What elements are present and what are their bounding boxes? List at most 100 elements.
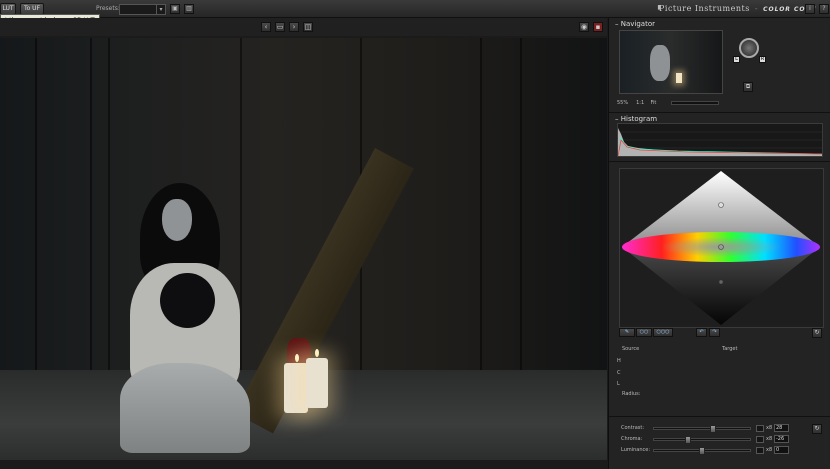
adjust-slider-label: Luminance: xyxy=(621,447,651,453)
zoom-fit-button[interactable]: Fit xyxy=(650,100,656,106)
presets-label: Presets: xyxy=(96,5,120,12)
thumb-candle xyxy=(676,73,682,83)
wall-plank xyxy=(520,38,522,378)
adjust-value-field[interactable]: 28 xyxy=(774,424,789,432)
legs xyxy=(120,363,250,453)
seated-woman xyxy=(120,183,250,453)
reset-adjust-button[interactable]: ↻ xyxy=(812,424,822,434)
multiplier-label: x8 xyxy=(766,425,773,431)
wall-plank xyxy=(35,38,37,378)
multiplier-checkbox[interactable] xyxy=(756,425,764,432)
adjust-slider-thumb[interactable] xyxy=(685,436,691,444)
prev-image-button[interactable]: ‹ xyxy=(261,22,271,32)
wall-plank xyxy=(108,38,110,378)
flame-left xyxy=(295,354,299,362)
histogram-graph xyxy=(617,123,823,157)
histogram-title[interactable]: – Histogram xyxy=(615,115,657,123)
redo-icon: ↷ xyxy=(712,329,717,335)
redo-button[interactable]: ↷ xyxy=(709,328,720,337)
thumb-person xyxy=(650,45,670,81)
histogram-title-text: Histogram xyxy=(620,115,658,123)
presets-select[interactable]: ▾ xyxy=(119,4,166,15)
color-rings-icon: ○○○ xyxy=(656,329,670,335)
face xyxy=(162,199,192,241)
trash-icon: ▥ xyxy=(186,5,192,12)
knob-right-button[interactable]: R xyxy=(759,56,766,63)
zoom-controls: 55% 1:1 Fit xyxy=(617,100,656,106)
divider xyxy=(609,112,830,113)
multiplier-label: x8 xyxy=(766,447,773,453)
next-image-button[interactable]: › xyxy=(289,22,299,32)
multiplier-checkbox[interactable] xyxy=(756,436,764,443)
eye-icon: ◉ xyxy=(580,23,588,31)
rotation-knob[interactable] xyxy=(739,38,759,58)
save-preset-button[interactable]: ▣ xyxy=(170,4,180,14)
chroma-row-label: C xyxy=(617,370,621,376)
multiplier-checkbox[interactable] xyxy=(756,447,764,454)
candle-right xyxy=(306,358,328,408)
cone-handle-center[interactable] xyxy=(718,244,724,250)
top-toolbar: LUT To UF Presets: ▾ ▣ ▥ ▮ Picture Instr… xyxy=(0,0,830,18)
zoom-1to1-button[interactable]: 1:1 xyxy=(636,100,644,106)
reset-cone-button[interactable]: ↻ xyxy=(812,328,822,338)
adjust-slider-thumb[interactable] xyxy=(699,447,705,455)
navigator-title[interactable]: – Navigator xyxy=(615,20,655,28)
viewer-nav: ‹ ▭ › ◫ ◉ ▪ xyxy=(0,18,607,36)
divider xyxy=(609,161,830,162)
wall-plank xyxy=(480,38,482,378)
preview-toggle-button[interactable]: ◉ xyxy=(579,22,589,32)
histogram-curves xyxy=(617,128,823,157)
adjust-slider-track[interactable] xyxy=(653,447,751,455)
eyedropper-button[interactable]: ✎ xyxy=(619,328,635,337)
open-folder-button[interactable]: ▭ xyxy=(275,22,285,32)
wall-plank xyxy=(90,38,92,378)
knob-left-button[interactable]: L xyxy=(733,56,740,63)
brand-name: Picture Instruments xyxy=(659,4,750,13)
delete-preset-button[interactable]: ▥ xyxy=(184,4,194,14)
radius-label: Radius: xyxy=(622,391,641,397)
save-icon: ▣ xyxy=(172,5,178,12)
chevron-down-icon: ▾ xyxy=(156,5,165,14)
navigator-title-text: Navigator xyxy=(620,20,655,28)
color-rings-icon: ○○ xyxy=(639,329,649,335)
help-button[interactable]: ? xyxy=(819,4,829,14)
multiplier-label: x8 xyxy=(766,436,773,442)
color-cone-canvas[interactable] xyxy=(619,168,824,328)
navigator-thumbnail[interactable] xyxy=(619,30,723,94)
undo-button[interactable]: ↶ xyxy=(696,328,707,337)
folder-icon: ▭ xyxy=(276,23,284,31)
brand-title: Picture Instruments - COLOR CONE xyxy=(659,4,817,13)
target-label: Target xyxy=(722,346,738,352)
copy-icon: ⧉ xyxy=(745,83,751,90)
eyedropper-icon: ✎ xyxy=(624,329,630,335)
info-button[interactable]: i xyxy=(805,4,815,14)
color-pick-button[interactable]: ○○ xyxy=(636,328,652,337)
zoom-percent: 55% xyxy=(617,100,629,106)
hue-row-label: H xyxy=(617,358,621,364)
adjust-slider-track[interactable] xyxy=(653,425,751,433)
adjust-slider-track[interactable] xyxy=(653,436,751,444)
luminance-row-label: L xyxy=(617,381,620,387)
record-button[interactable]: ▪ xyxy=(593,22,603,32)
reset-icon: ↻ xyxy=(814,329,820,336)
undo-icon: ↶ xyxy=(699,329,704,335)
compare-icon: ◫ xyxy=(304,23,312,31)
record-icon: ▪ xyxy=(595,23,601,31)
multi-pick-button[interactable]: ○○○ xyxy=(653,328,673,337)
adjust-value-field[interactable]: 0 xyxy=(774,446,789,454)
adjust-slider-label: Chroma: xyxy=(621,436,643,442)
copy-button[interactable]: ⧉ xyxy=(743,82,753,92)
cone-handle-top[interactable] xyxy=(718,202,724,208)
divider xyxy=(609,416,830,417)
adjust-slider-label: Contrast: xyxy=(621,425,645,431)
candle-left xyxy=(284,363,308,413)
color-cone-graphic xyxy=(622,171,820,325)
zoom-slider[interactable] xyxy=(671,101,719,105)
compare-button[interactable]: ◫ xyxy=(303,22,313,32)
adjust-slider-thumb[interactable] xyxy=(710,425,716,433)
main-image[interactable] xyxy=(0,38,607,460)
black-cat xyxy=(160,273,215,328)
adjust-value-field[interactable]: -26 xyxy=(774,435,789,443)
cone-handle-bottom[interactable] xyxy=(718,279,724,285)
source-label: Source xyxy=(622,346,640,352)
